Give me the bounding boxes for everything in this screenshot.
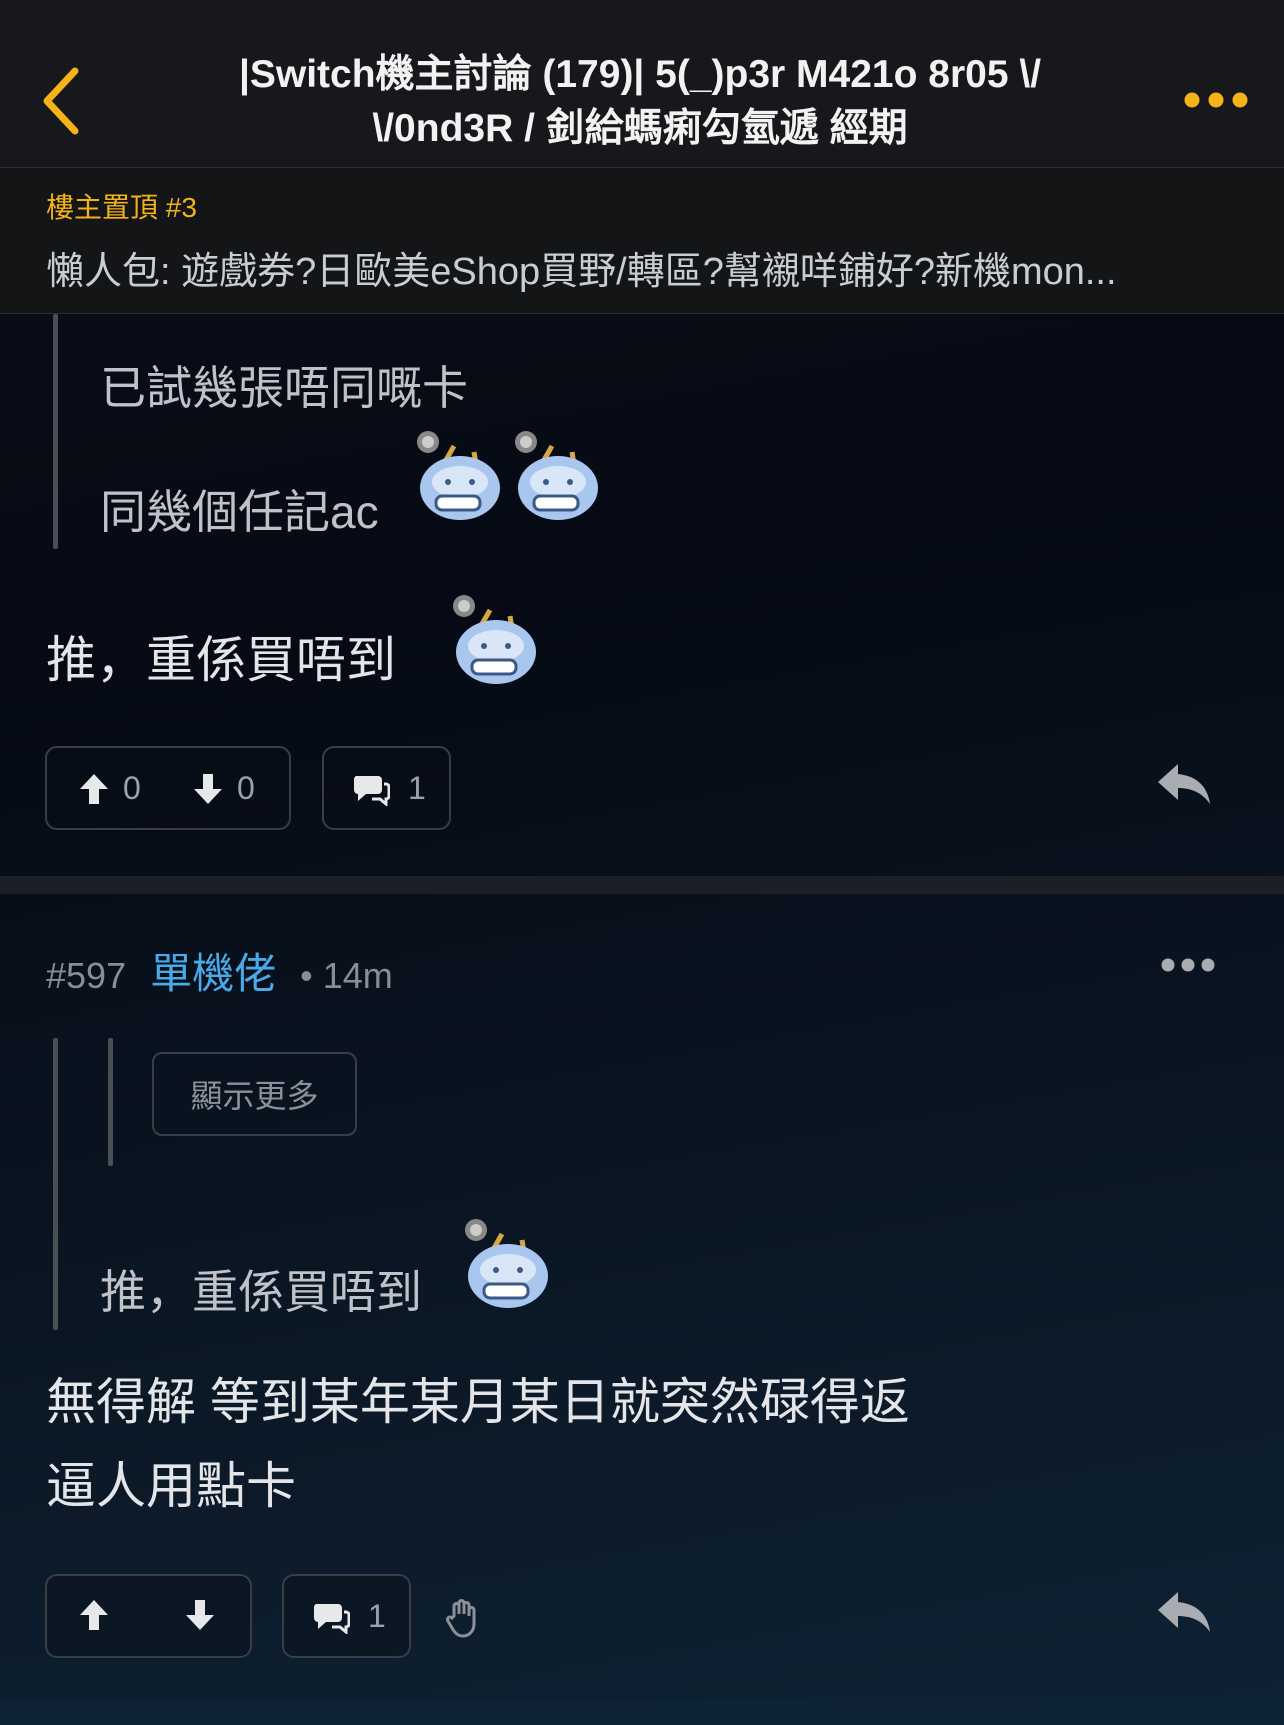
reply-count: 1 (408, 770, 426, 806)
quote-text-line2: 同幾個任記ac (100, 486, 379, 538)
quote-text: 推，重係買唔到 (100, 1266, 422, 1318)
pinned-label: 樓主置頂 #3 (46, 192, 197, 223)
post-meta: #597 單機佬 • 14m (46, 940, 393, 1001)
post-number: #597 (46, 955, 127, 996)
arrow-up-icon (80, 773, 108, 804)
reply-icon[interactable] (1156, 760, 1212, 808)
thread-title-line1: |Switch機主討論 (179)| 5(_)p3r M421o 8r05 \/ (238, 53, 1042, 96)
next-post-divider (0, 1700, 1284, 1725)
downvote-button[interactable]: 0 (193, 770, 255, 807)
ellipsis-icon (1184, 92, 1248, 108)
more-options-button[interactable] (1176, 82, 1256, 118)
pig-emoji-icon (453, 595, 536, 684)
upvote-button[interactable]: 0 (79, 770, 141, 807)
post-body-line2: 逼人用點卡 (46, 1458, 296, 1514)
downvote-button[interactable] (185, 1598, 215, 1632)
reply-count-button[interactable]: 1 (322, 746, 451, 830)
arrow-up-icon (80, 1600, 108, 1630)
pinned-preview: 懶人包: 遊戲券?日歐美eShop買野/轉區?幫襯咩鋪好?新機mon... (46, 251, 1117, 293)
arrow-down-icon (186, 1600, 214, 1630)
comment-icon (313, 1603, 350, 1634)
downvote-count: 0 (237, 770, 255, 806)
reply-icon[interactable] (1156, 1588, 1212, 1636)
hand-icon[interactable] (446, 1598, 482, 1638)
reply-count-button[interactable]: 1 (282, 1574, 411, 1658)
post-options-ellipsis-icon[interactable] (1160, 956, 1216, 974)
show-more-button[interactable]: 顯示更多 (152, 1052, 357, 1136)
arrow-down-icon (194, 773, 222, 804)
quote-bar (53, 1038, 58, 1330)
thread-title: |Switch機主討論 (179)| 5(_)p3r M421o 8r05 \/… (140, 48, 1140, 156)
quote-text-line1: 已試幾張唔同嘅卡 (100, 362, 468, 414)
back-button[interactable] (36, 66, 86, 136)
pig-emoji-icon (465, 1219, 548, 1308)
post-body: 推，重係買唔到 (46, 632, 396, 688)
pig-emoji-icon (515, 431, 598, 520)
vote-box (45, 1574, 252, 1658)
quote-bar (53, 314, 58, 549)
post-time: • 14m (300, 955, 393, 996)
thread-title-line2: \/0nd3R / 釗給螞痢勾氫遞 經期 (372, 107, 908, 150)
username-link[interactable]: 單機佬 (150, 950, 276, 997)
upvote-button[interactable] (79, 1598, 109, 1632)
top-bar: |Switch機主討論 (179)| 5(_)p3r M421o 8r05 \/… (0, 0, 1284, 168)
pinned-post-banner[interactable]: 樓主置頂 #3 懶人包: 遊戲券?日歐美eShop買野/轉區?幫襯咩鋪好?新機m… (0, 168, 1284, 314)
vote-box: 0 0 (45, 746, 291, 830)
nested-quote-bar (108, 1038, 113, 1166)
reply-count: 1 (368, 1598, 386, 1634)
chevron-left-icon (43, 67, 79, 135)
upvote-count: 0 (123, 770, 141, 806)
post-body-line1: 無得解 等到某年某月某日就突然碌得返 (46, 1374, 910, 1430)
pig-emoji-icon (417, 431, 500, 520)
comment-icon (353, 775, 390, 806)
post-divider (0, 876, 1284, 894)
